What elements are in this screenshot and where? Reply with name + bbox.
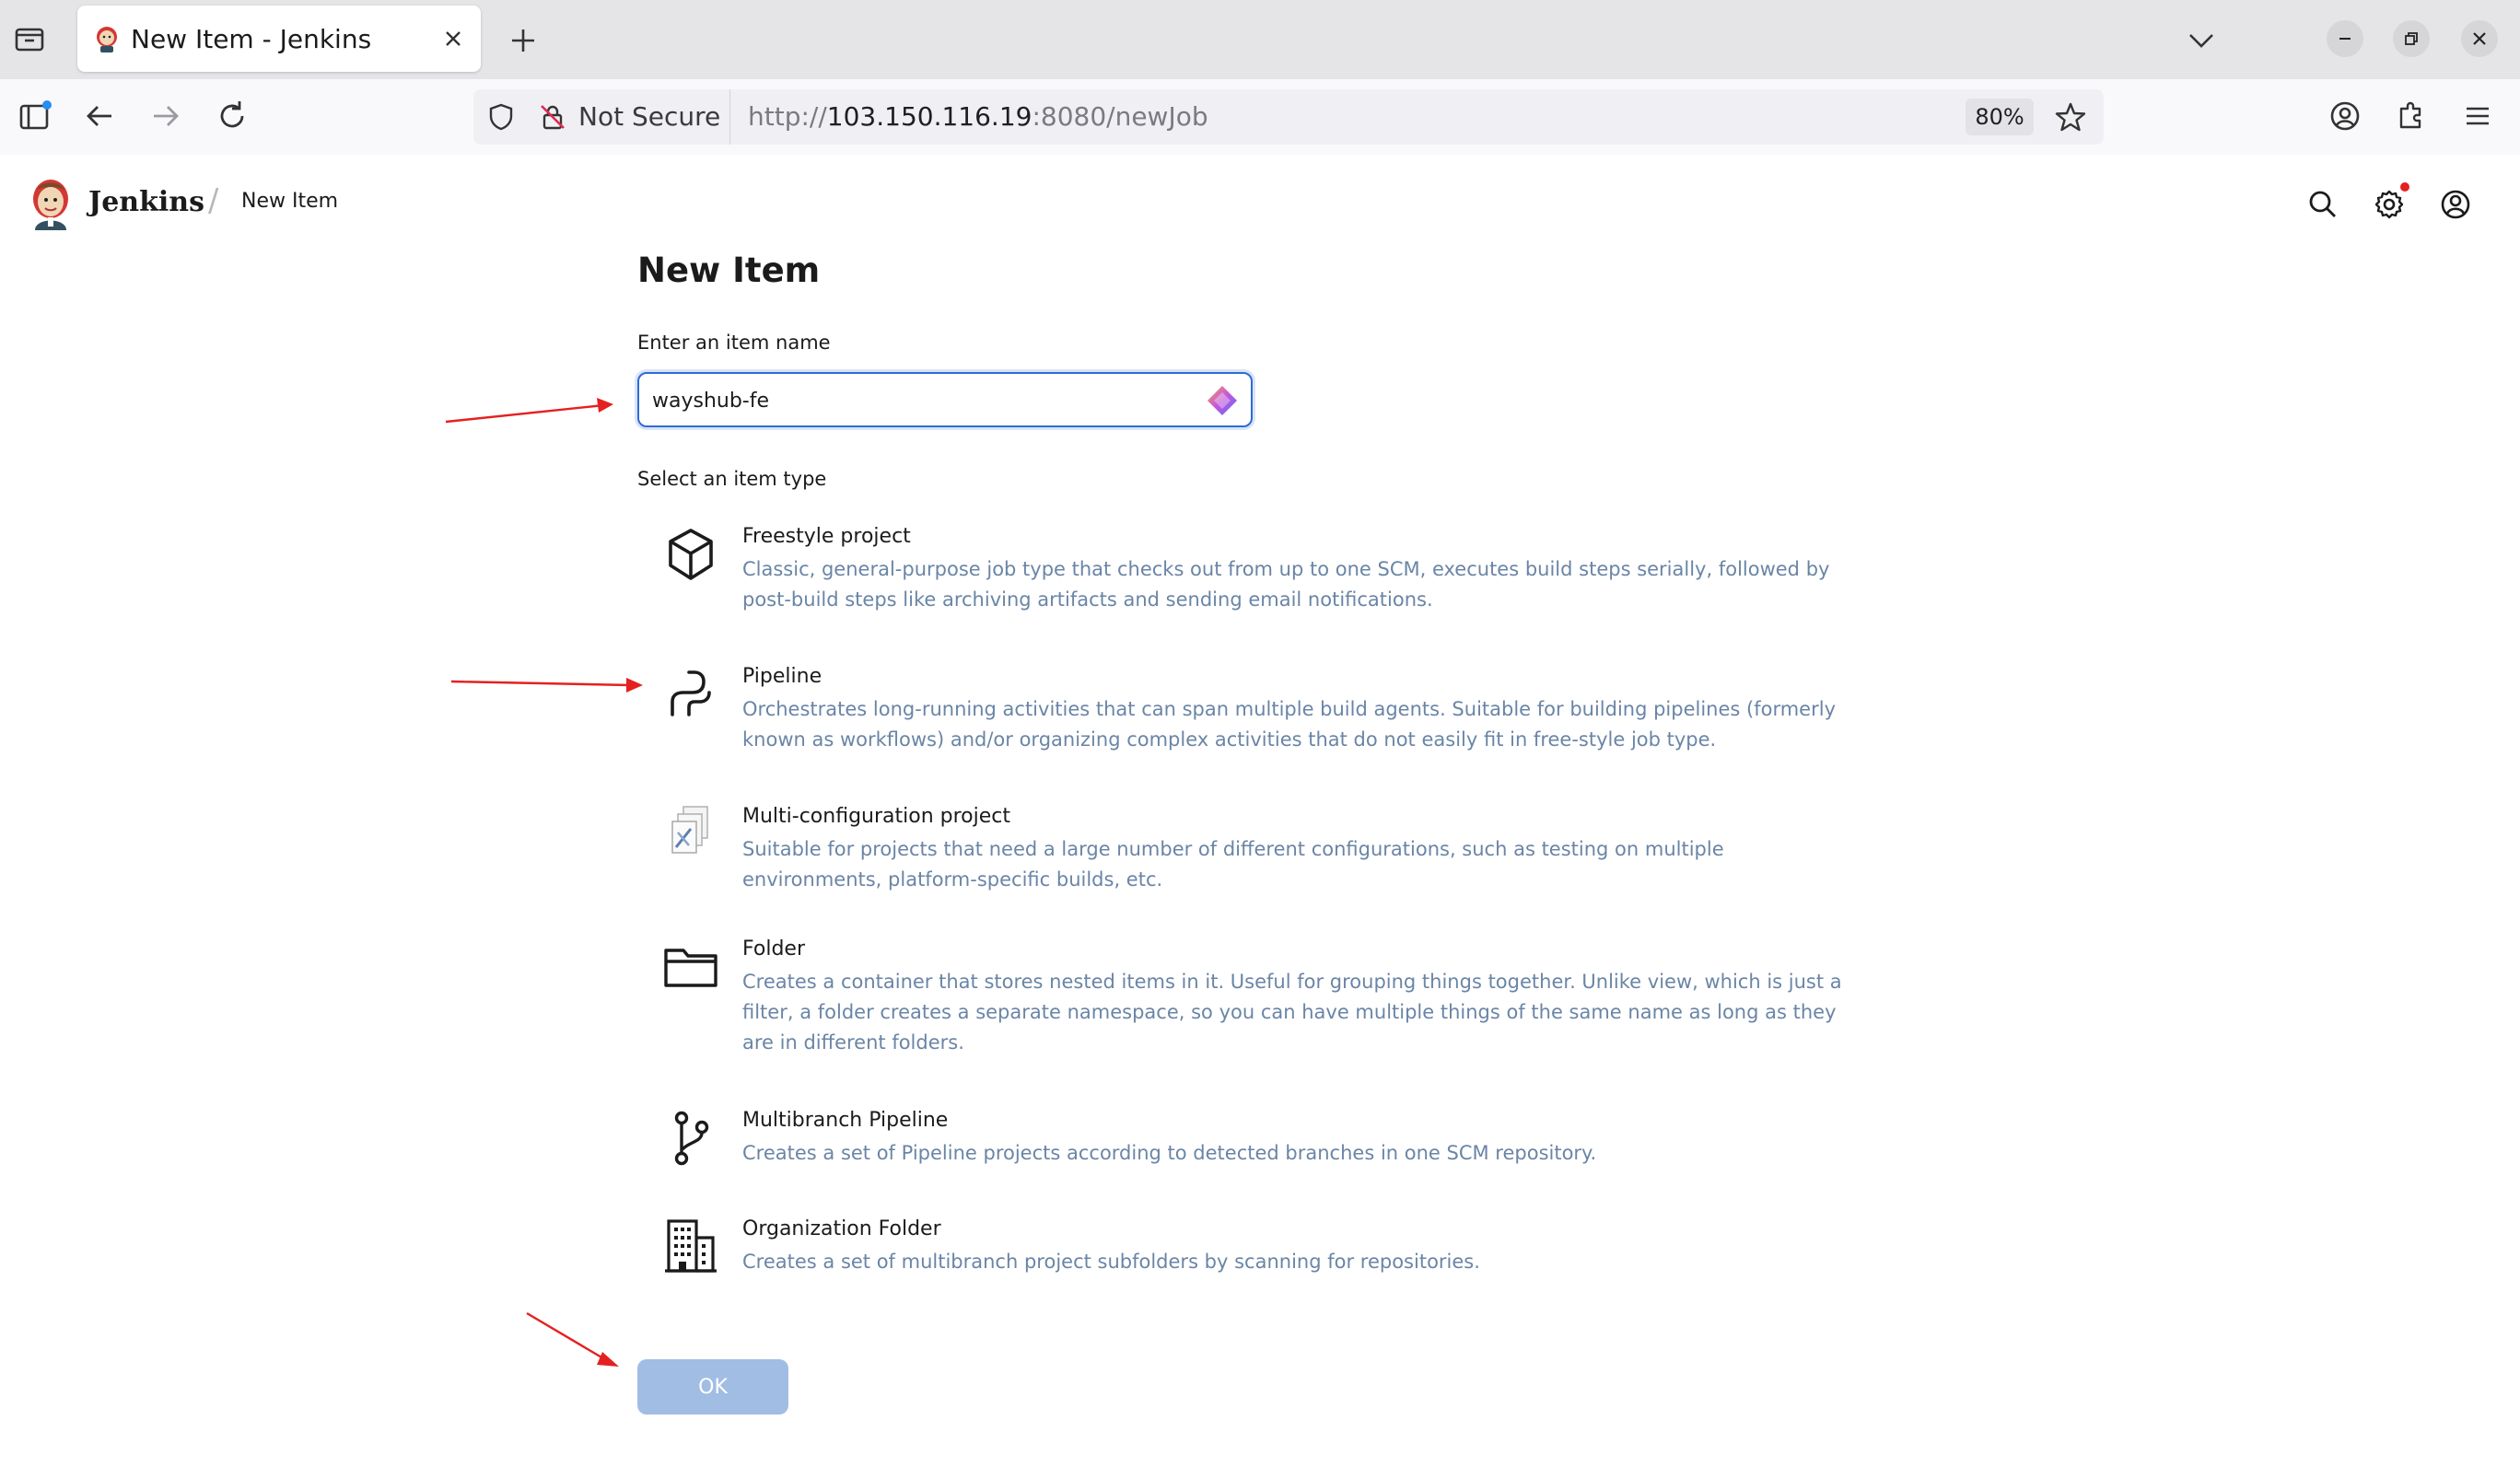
restore-window-button[interactable] bbox=[2393, 20, 2430, 57]
notification-dot bbox=[2400, 182, 2409, 192]
item-type-description: Suitable for projects that need a large … bbox=[742, 838, 1724, 891]
item-name-input[interactable] bbox=[652, 385, 1186, 416]
branch-icon bbox=[674, 1111, 709, 1166]
item-name-field[interactable] bbox=[637, 372, 1253, 427]
item-type-pipeline[interactable]: Pipeline Orchestrates long-running activ… bbox=[637, 665, 1853, 757]
manage-jenkins-gear-icon[interactable] bbox=[2371, 186, 2408, 223]
item-name-label: Enter an item name bbox=[637, 332, 831, 354]
annotation-arrow-ok bbox=[526, 1311, 619, 1367]
item-type-description: Orchestrates long-running activities tha… bbox=[742, 698, 1837, 751]
pipeline-icon bbox=[671, 670, 711, 716]
annotation-arrow-pipeline bbox=[450, 678, 643, 693]
close-icon bbox=[2473, 32, 2486, 45]
item-type-organization-folder[interactable]: Organization Folder Creates a set of mul… bbox=[637, 1217, 1853, 1282]
not-secure-label: Not Secure bbox=[578, 101, 721, 132]
chevron-down-icon[interactable] bbox=[2183, 22, 2220, 59]
item-type-name: Pipeline bbox=[742, 665, 822, 688]
url-path: :8080/newJob bbox=[1032, 101, 1208, 132]
item-type-name: Organization Folder bbox=[742, 1217, 941, 1240]
item-type-folder[interactable]: Folder Creates a container that stores n… bbox=[637, 937, 1853, 1057]
bookmark-star-icon[interactable] bbox=[2054, 100, 2087, 134]
address-divider bbox=[729, 89, 730, 145]
browser-toolbar: Not Secure http://103.150.116.19:8080/ne… bbox=[0, 79, 2520, 156]
building-icon bbox=[665, 1219, 717, 1273]
close-tab-icon[interactable] bbox=[438, 24, 468, 53]
browser-tab-active[interactable]: New Item - Jenkins bbox=[77, 6, 481, 72]
extensions-puzzle-icon[interactable] bbox=[2393, 98, 2430, 134]
minimize-window-button[interactable] bbox=[2327, 20, 2363, 57]
jenkins-header: Jenkins / New Item bbox=[0, 155, 2520, 250]
search-icon[interactable] bbox=[2304, 186, 2341, 223]
hamburger-menu-icon[interactable] bbox=[2459, 98, 2496, 134]
url-text[interactable]: http://103.150.116.19:8080/newJob bbox=[748, 101, 1208, 132]
tracking-protection-shield-icon[interactable] bbox=[486, 102, 516, 132]
ok-button[interactable]: OK bbox=[637, 1359, 788, 1415]
item-type-name: Multibranch Pipeline bbox=[742, 1109, 949, 1132]
cube-icon bbox=[669, 529, 713, 580]
item-type-description: Creates a set of Pipeline projects accor… bbox=[742, 1142, 1597, 1164]
item-type-multibranch-pipeline[interactable]: Multibranch Pipeline Creates a set of Pi… bbox=[637, 1109, 1853, 1173]
account-icon[interactable] bbox=[2327, 98, 2363, 134]
breadcrumb-separator: / bbox=[208, 182, 219, 219]
jenkins-logo[interactable] bbox=[28, 177, 74, 230]
annotation-arrow-name bbox=[445, 398, 613, 424]
url-host: 103.150.116.19 bbox=[826, 101, 1032, 132]
url-scheme: http:// bbox=[748, 101, 827, 132]
back-arrow-icon[interactable] bbox=[81, 98, 118, 134]
address-bar[interactable]: Not Secure http://103.150.116.19:8080/ne… bbox=[473, 89, 2104, 145]
item-type-description: Creates a set of multibranch project sub… bbox=[742, 1251, 1480, 1273]
item-type-name: Freestyle project bbox=[742, 525, 911, 548]
list-all-tabs-icon[interactable] bbox=[11, 20, 48, 57]
minimize-icon bbox=[2339, 38, 2351, 40]
item-type-name: Multi-configuration project bbox=[742, 805, 1010, 828]
item-type-description: Classic, general-purpose job type that c… bbox=[742, 558, 1830, 611]
password-manager-gem-icon[interactable] bbox=[1205, 383, 1240, 418]
reload-icon[interactable] bbox=[214, 98, 251, 134]
item-type-multi-configuration[interactable]: Multi-configuration project Suitable for… bbox=[637, 805, 1853, 897]
jenkins-favicon-icon bbox=[97, 27, 117, 52]
multi-config-icon bbox=[671, 806, 708, 854]
tab-title: New Item - Jenkins bbox=[131, 24, 372, 54]
insecure-lock-icon[interactable] bbox=[538, 102, 567, 132]
zoom-level-badge[interactable]: 80% bbox=[1966, 99, 2034, 135]
forward-arrow-icon[interactable] bbox=[147, 98, 184, 134]
item-type-description: Creates a container that stores nested i… bbox=[742, 971, 1842, 1054]
page-title: New Item bbox=[637, 250, 821, 290]
close-window-button[interactable] bbox=[2461, 20, 2498, 57]
item-type-name: Folder bbox=[742, 937, 805, 961]
sidebar-toggle-icon[interactable] bbox=[17, 98, 53, 134]
user-account-icon[interactable] bbox=[2437, 186, 2474, 223]
browser-tab-bar: New Item - Jenkins bbox=[0, 0, 2520, 79]
item-type-label: Select an item type bbox=[637, 468, 827, 490]
breadcrumb-new-item[interactable]: New Item bbox=[241, 190, 338, 213]
folder-icon bbox=[664, 949, 718, 987]
new-tab-icon[interactable] bbox=[505, 22, 542, 59]
jenkins-brand-link[interactable]: Jenkins bbox=[88, 186, 204, 218]
item-type-freestyle[interactable]: Freestyle project Classic, general-purpo… bbox=[637, 525, 1853, 617]
restore-icon bbox=[2405, 32, 2418, 45]
